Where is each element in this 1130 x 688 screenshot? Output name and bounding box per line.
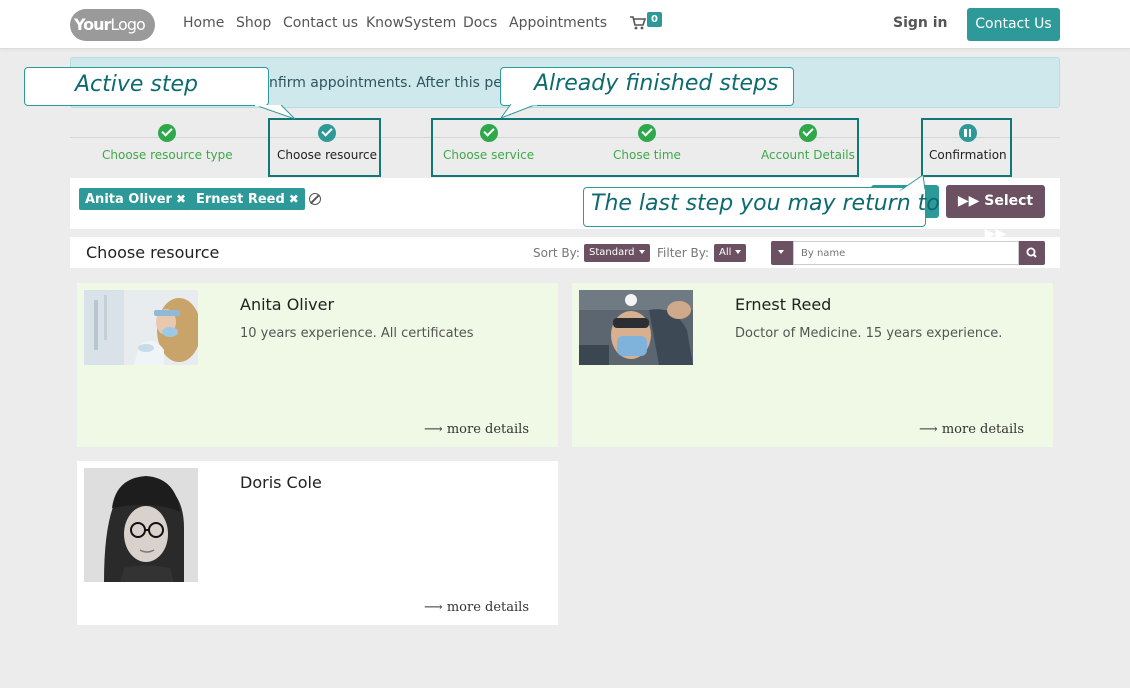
remove-tag-icon[interactable]: ✖ <box>289 192 299 206</box>
sort-label: Sort By: <box>533 246 580 260</box>
callout-text: Active step <box>75 72 199 97</box>
more-details-link[interactable]: ⟶ more details <box>424 422 529 437</box>
resource-photo <box>579 290 693 365</box>
search-input[interactable] <box>793 241 1019 265</box>
callout-tail <box>255 105 295 120</box>
resource-photo <box>84 290 198 365</box>
resource-card-doris-cole[interactable]: Doris Cole ⟶ more details <box>77 461 558 625</box>
tag-label: Ernest Reed <box>196 192 285 207</box>
caret-down-icon <box>735 250 742 254</box>
callout-active-step: Active step <box>24 67 295 120</box>
nav-appointments[interactable]: Appointments <box>509 15 607 31</box>
select-button[interactable]: ▶▶ Select ▶▶ <box>946 185 1045 242</box>
last-step-highlight <box>921 118 1012 177</box>
callout-finished-steps: Already finished steps <box>500 67 794 119</box>
resource-photo <box>84 468 198 582</box>
resource-card-anita-oliver[interactable]: Anita Oliver 10 years experience. All ce… <box>77 283 558 447</box>
callout-tail <box>501 104 538 119</box>
tag-label: Anita Oliver <box>85 192 172 207</box>
cart-icon[interactable] <box>630 16 646 30</box>
top-navbar: YourLogo Home Shop Contact us KnowSystem… <box>0 0 1130 49</box>
resource-name: Doris Cole <box>240 473 322 492</box>
contact-us-button[interactable]: Contact Us <box>967 8 1060 41</box>
more-details-label: more details <box>446 422 529 437</box>
search-options-dropdown[interactable] <box>771 241 793 265</box>
callout-tail <box>899 175 926 191</box>
arrow-right-icon: ⟶ <box>919 422 938 437</box>
resource-name: Ernest Reed <box>735 295 832 314</box>
step-choose-resource-type[interactable]: Choose resource type <box>102 124 233 162</box>
filter-dropdown[interactable]: All <box>714 244 747 262</box>
callout-text: Already finished steps <box>534 71 779 96</box>
selected-tag-anita-oliver[interactable]: Anita Oliver ✖ <box>79 188 193 210</box>
logo-light-text: Logo <box>110 15 145 34</box>
resource-card-ernest-reed[interactable]: Ernest Reed Doctor of Medicine. 15 years… <box>572 283 1053 447</box>
caret-down-icon <box>638 250 645 254</box>
resource-description: Doctor of Medicine. 15 years experience. <box>735 326 1003 341</box>
search-icon <box>1026 247 1037 258</box>
page-title: Choose resource <box>86 243 220 262</box>
remove-tag-icon[interactable]: ✖ <box>176 192 186 206</box>
filter-value: All <box>719 247 732 258</box>
filter-label: Filter By: <box>657 246 710 260</box>
sort-dropdown[interactable]: Standard <box>584 244 650 262</box>
cart-count-badge: 0 <box>647 12 662 27</box>
search-button[interactable] <box>1019 241 1045 265</box>
more-details-link[interactable]: ⟶ more details <box>424 600 529 615</box>
finished-steps-highlight <box>431 118 859 177</box>
sort-value: Standard <box>589 247 635 258</box>
fast-forward-icon: ▶▶ <box>957 193 980 209</box>
more-details-link[interactable]: ⟶ more details <box>919 422 1024 437</box>
callout-last-step: The last step you may return to <box>583 175 940 227</box>
sign-in-link[interactable]: Sign in <box>893 15 948 31</box>
caret-down-icon <box>778 250 784 254</box>
nav-shop[interactable]: Shop <box>236 15 271 31</box>
selected-tag-ernest-reed[interactable]: Ernest Reed ✖ <box>190 188 305 210</box>
site-logo[interactable]: YourLogo <box>70 9 155 41</box>
info-alert-text: nfirm appointments. After this perio <box>269 75 521 91</box>
nav-home[interactable]: Home <box>183 15 224 31</box>
nav-knowsystem[interactable]: KnowSystem <box>366 15 456 31</box>
resource-description: 10 years experience. All certificates <box>240 326 474 341</box>
clear-selection-icon[interactable] <box>309 193 321 205</box>
check-circle-icon <box>158 124 177 142</box>
more-details-label: more details <box>941 422 1024 437</box>
arrow-right-icon: ⟶ <box>424 422 443 437</box>
more-details-label: more details <box>446 600 529 615</box>
active-step-highlight <box>268 118 381 177</box>
arrow-right-icon: ⟶ <box>424 600 443 615</box>
callout-text: The last step you may return to <box>591 191 940 216</box>
logo-bold-text: Your <box>74 15 111 34</box>
step-label: Choose resource type <box>102 148 233 162</box>
resource-name: Anita Oliver <box>240 295 335 314</box>
nav-contact-us[interactable]: Contact us <box>283 15 358 31</box>
select-button-label: Select <box>984 193 1034 209</box>
nav-docs[interactable]: Docs <box>463 15 497 31</box>
